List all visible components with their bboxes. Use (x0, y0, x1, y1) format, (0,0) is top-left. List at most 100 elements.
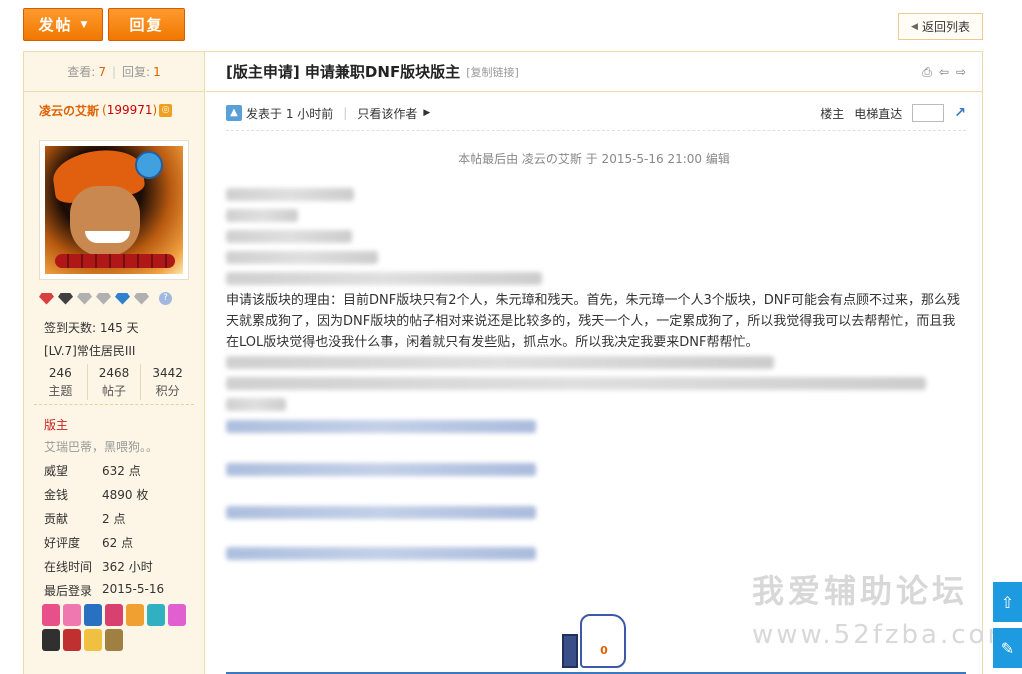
thumbs-up-cuff (562, 634, 578, 668)
profile-key: 好评度 (44, 536, 81, 550)
medal-icon[interactable] (42, 604, 60, 626)
profile-last-login: 最后登录 2015-5-16 (44, 582, 164, 599)
quick-reply-icon: ✎ (1000, 638, 1015, 658)
avatar[interactable] (39, 140, 189, 280)
redacted-line (226, 272, 542, 285)
redacted-line (226, 251, 378, 264)
post-time: 发表于 1 小时前 (246, 106, 334, 121)
online-status-icon: ◎ (159, 103, 173, 117)
profile-key: 贡献 (44, 512, 69, 526)
next-thread-icon[interactable]: ⇨ (956, 65, 966, 80)
redacted-link[interactable] (226, 463, 536, 476)
views-label: 查看: (67, 65, 96, 79)
medal-list (42, 604, 192, 651)
stat-threads-label: 主题 (48, 384, 73, 398)
watermark-url: www.52fzba.com (752, 620, 1016, 650)
author-small-avatar-icon: ▲ (226, 105, 242, 121)
author-only-link[interactable]: 只看该作者 (357, 105, 417, 122)
profile-key: 在线时间 (44, 560, 93, 574)
medal-icon[interactable] (63, 629, 81, 651)
stat-posts-value: 2468 (98, 366, 130, 380)
author-row: 凌云の艾斯 (199971) ◎ (24, 92, 204, 128)
stat-credits[interactable]: 3442 积分 (141, 364, 194, 400)
reply-label: 回复 (129, 16, 164, 34)
views-count: 7 (98, 64, 106, 79)
medal-icon[interactable] (105, 629, 123, 651)
previous-thread-icon[interactable]: ⇦ (939, 65, 949, 80)
copy-link-button[interactable]: [复制链接] (466, 64, 519, 80)
edit-note: 本帖最后由 凌云の艾斯 于 2015-5-16 21:00 编辑 (458, 152, 730, 166)
post-header: [版主申请] 申请兼职DNF版块版主 [复制链接] ⎙ ⇦ ⇨ (206, 52, 982, 92)
chevron-down-icon: ▼ (80, 19, 88, 30)
reply-button[interactable]: 回复 (108, 8, 185, 41)
post-header-actions: ⎙ ⇦ ⇨ (922, 65, 966, 80)
gray-gem-icon (134, 292, 149, 305)
medal-icon[interactable] (42, 629, 60, 651)
profile-value: 632 点 (102, 464, 141, 478)
back-to-list-label: 返回列表 (921, 20, 970, 34)
uid-number: 199971 (106, 103, 153, 117)
author-name-link[interactable]: 凌云の艾斯 (39, 102, 99, 119)
back-to-list-button[interactable]: ◀ 返回列表 (898, 13, 983, 40)
medal-icon[interactable] (168, 604, 186, 626)
uid-close: ) (152, 103, 158, 117)
quick-reply-button[interactable]: ✎ (993, 628, 1022, 668)
redacted-link[interactable] (226, 506, 536, 519)
redacted-link[interactable] (226, 420, 536, 433)
user-level[interactable]: [LV.7]常住居民III (44, 342, 135, 359)
profile-money: 金钱 4890 枚 (44, 486, 148, 503)
user-signature: 艾瑞巴蒂，黑喂狗。。 (44, 440, 159, 454)
floor-controls: 楼主 电梯直达 ↗ (820, 102, 966, 124)
profile-key: 威望 (44, 464, 69, 478)
medal-icon[interactable] (105, 604, 123, 626)
sidebar-divider (34, 404, 194, 405)
like-button[interactable]: 0 (562, 608, 628, 670)
like-count: 0 (600, 644, 608, 657)
profile-rating: 好评度 62 点 (44, 534, 133, 551)
user-role: 版主 (44, 418, 69, 432)
thumbs-up-icon (580, 614, 626, 668)
user-stats: 246 主题 2468 帖子 3442 积分 (34, 364, 194, 400)
print-icon[interactable]: ⎙ (922, 65, 932, 80)
author-sidebar: 查看: 7 | 回复: 1 凌云の艾斯 (199971) ◎ ? 签到天数: 1… (24, 52, 205, 674)
avatar-beads-shape (55, 254, 175, 268)
profile-value: 362 小时 (102, 560, 153, 574)
back-to-top-button[interactable]: ⇧ (993, 582, 1022, 622)
profile-key: 金钱 (44, 488, 69, 502)
thread-stats: 查看: 7 | 回复: 1 (24, 52, 204, 92)
floor-label: 楼主 (820, 106, 845, 121)
profile-key: 最后登录 (44, 584, 93, 598)
post-meta: ▲ 发表于 1 小时前 | 只看该作者 ▶ 楼主 电梯直达 ↗ (226, 102, 966, 124)
stats-separator: | (111, 64, 117, 79)
redacted-link[interactable] (226, 547, 536, 560)
profile-contribution: 贡献 2 点 (44, 510, 125, 527)
gray-gem-icon (96, 292, 111, 305)
jump-label: 电梯直达 (854, 106, 903, 121)
medal-icon[interactable] (84, 604, 102, 626)
replies-count: 1 (153, 64, 161, 79)
stat-threads[interactable]: 246 主题 (34, 364, 88, 400)
redacted-line (226, 377, 926, 390)
help-icon[interactable]: ? (159, 292, 172, 305)
stat-posts-label: 帖子 (102, 384, 127, 398)
avatar-face-shape (70, 186, 140, 256)
medal-icon[interactable] (147, 604, 165, 626)
stat-credits-label: 积分 (155, 384, 180, 398)
redacted-line (226, 188, 354, 201)
medal-icon[interactable] (84, 629, 102, 651)
jump-go-icon[interactable]: ↗ (954, 105, 966, 121)
new-post-button[interactable]: 发帖 ▼ (23, 8, 103, 41)
replies-label: 回复: (122, 65, 151, 79)
stat-credits-value: 3442 (152, 366, 183, 380)
stat-posts[interactable]: 2468 帖子 (88, 364, 142, 400)
post-title: [版主申请] 申请兼职DNF版块版主 (226, 63, 461, 81)
gray-gem-icon (77, 292, 92, 305)
meta-divider (226, 130, 966, 131)
floor-jump-input[interactable] (912, 104, 945, 122)
profile-prestige: 威望 632 点 (44, 462, 141, 479)
medal-icon[interactable] (63, 604, 81, 626)
profile-value: 62 点 (102, 536, 134, 550)
checkin-days: 签到天数: 145 天 (44, 321, 139, 335)
new-post-label: 发帖 (38, 16, 73, 34)
medal-icon[interactable] (126, 604, 144, 626)
